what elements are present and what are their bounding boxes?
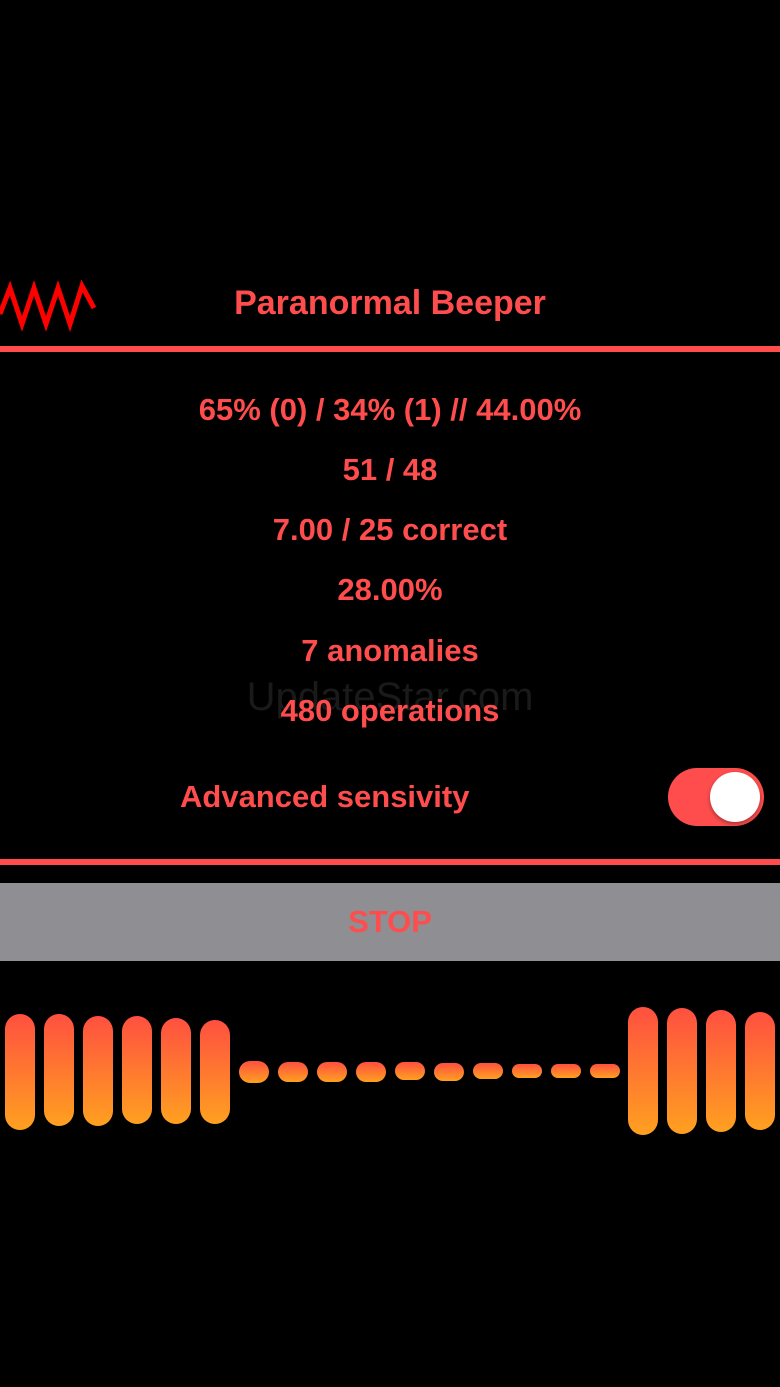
meter-bar: [44, 1014, 74, 1126]
meter-bar: [317, 1062, 347, 1082]
stat-accuracy: 28.00%: [337, 572, 443, 607]
meter-bar: [628, 1007, 658, 1135]
meter-bar: [473, 1063, 503, 1079]
app-title: Paranormal Beeper: [234, 284, 546, 322]
meter-bar: [5, 1014, 35, 1130]
advanced-sensitivity-label: Advanced sensivity: [180, 779, 470, 814]
meter-bar: [356, 1062, 386, 1082]
meter-bar: [434, 1063, 464, 1081]
meter-bar: [122, 1016, 152, 1124]
meter-bar: [395, 1062, 425, 1080]
meter-bar: [706, 1010, 736, 1132]
meter-bar: [667, 1008, 697, 1134]
meter-bar: [745, 1012, 775, 1130]
signal-meter: [0, 1000, 780, 1145]
meter-bar: [590, 1064, 620, 1078]
controls-divider: [0, 859, 780, 865]
stat-counts: 51 / 48: [342, 452, 438, 487]
meter-bar: [200, 1020, 230, 1124]
header-divider: [0, 346, 780, 352]
meter-bar: [551, 1064, 581, 1078]
meter-bar: [278, 1062, 308, 1082]
stop-button[interactable]: STOP: [0, 883, 780, 961]
advanced-sensitivity-toggle[interactable]: [668, 768, 764, 826]
stat-operations: 480 operations: [280, 693, 500, 728]
stat-correct: 7.00 / 25 correct: [272, 512, 508, 547]
stat-anomalies: 7 anomalies: [301, 633, 479, 668]
stat-percentages: 65% (0) / 34% (1) // 44.00%: [198, 392, 582, 427]
meter-bar: [83, 1016, 113, 1126]
toggle-knob[interactable]: [710, 772, 760, 822]
meter-bar: [161, 1018, 191, 1124]
meter-bar: [512, 1064, 542, 1078]
meter-bar: [239, 1061, 269, 1083]
